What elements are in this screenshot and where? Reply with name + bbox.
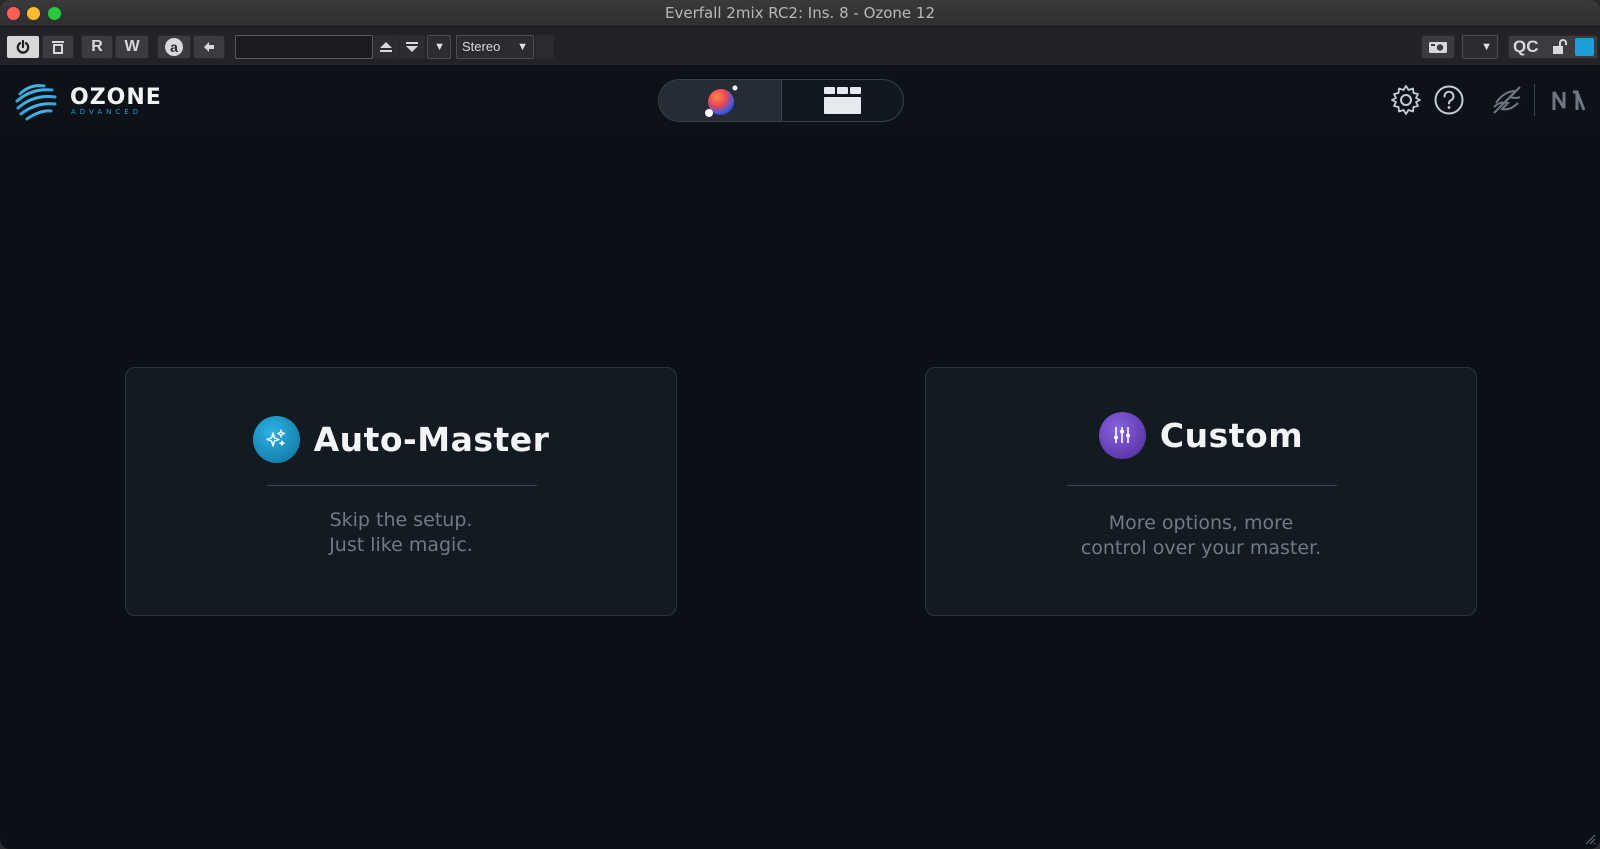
power-button[interactable] <box>6 35 40 59</box>
bypass-button[interactable] <box>42 35 74 59</box>
snapshot-menu-button[interactable]: ▼ <box>1462 35 1498 59</box>
description-line: Skip the setup. <box>329 509 473 531</box>
help-icon[interactable] <box>1433 84 1465 116</box>
quick-controls-group: QC <box>1508 35 1598 59</box>
logo-subtext: ADVANCED <box>71 108 143 116</box>
sparkle-icon <box>266 429 286 447</box>
description-line: Just like magic. <box>329 534 473 556</box>
gear-icon[interactable] <box>1390 84 1422 116</box>
orb-icon <box>705 85 738 117</box>
card-divider <box>1067 485 1337 486</box>
unlock-icon[interactable] <box>1551 38 1569 56</box>
description-line: control over your master. <box>1080 537 1322 559</box>
focus-indicator[interactable] <box>1575 38 1594 56</box>
preset-name-field[interactable] <box>235 35 373 59</box>
auto-master-title: Auto-Master <box>313 419 550 459</box>
logo-text: OZONE <box>70 85 162 110</box>
preset-down-button[interactable] <box>399 35 425 59</box>
channel-mode-select[interactable]: Stereo ▼ <box>456 35 534 59</box>
plugin-header: OZONE ADVANCED <box>0 65 1600 135</box>
card-divider <box>267 485 537 486</box>
plugin-window: Everfall 2mix RC2: Ins. 8 - Ozone 12 R W… <box>0 0 1600 849</box>
auto-button[interactable]: a <box>157 35 191 59</box>
custom-heading: Custom <box>926 411 1476 459</box>
custom-badge <box>1098 411 1146 459</box>
mode-switch <box>658 79 904 122</box>
ni-logo-icon[interactable] <box>1551 84 1587 116</box>
custom-title: Custom <box>1159 415 1304 455</box>
title-bar: Everfall 2mix RC2: Ins. 8 - Ozone 12 <box>0 0 1600 27</box>
write-automation-button[interactable]: W <box>115 35 149 59</box>
bypass-icon <box>52 41 64 54</box>
host-toolbar: R W a ▼ Stereo ▼ ▼ QC <box>0 27 1600 65</box>
auto-master-heading: Auto-Master <box>126 415 676 463</box>
side-chain-button[interactable] <box>535 35 554 59</box>
faders-icon <box>1114 427 1131 443</box>
auto-master-card[interactable]: Auto-Master Skip the setup. Just like ma… <box>125 367 677 616</box>
quick-controls-button[interactable]: QC <box>1513 37 1539 56</box>
camera-icon <box>1429 42 1447 53</box>
dropdown-caret-icon: ▼ <box>434 41 445 53</box>
read-automation-button[interactable]: R <box>81 35 113 59</box>
chevron-up-icon <box>380 42 392 52</box>
custom-card[interactable]: Custom More options, more control over y… <box>925 367 1477 616</box>
header-divider <box>1534 84 1535 116</box>
description-line: More options, more <box>1108 512 1294 534</box>
resize-grip-icon[interactable] <box>1584 833 1596 845</box>
preset-up-button[interactable] <box>373 35 399 59</box>
modules-grid-icon <box>824 87 861 114</box>
auto-label: a <box>165 38 183 56</box>
auto-master-badge <box>252 415 300 463</box>
izotope-logo-icon[interactable] <box>1490 83 1524 117</box>
dropdown-caret-icon: ▼ <box>1481 41 1492 53</box>
custom-description: More options, more control over your mas… <box>926 511 1476 561</box>
arrow-left-icon <box>204 42 214 52</box>
ozone-logo-icon <box>15 84 57 121</box>
snapshot-button[interactable] <box>1421 35 1455 59</box>
power-icon <box>16 39 30 54</box>
preset-menu-button[interactable]: ▼ <box>427 35 451 59</box>
auto-master-description: Skip the setup. Just like magic. <box>126 508 676 558</box>
channel-mode-value: Stereo <box>462 39 501 54</box>
previous-button[interactable] <box>193 35 225 59</box>
assistant-mode-tab[interactable] <box>659 80 782 121</box>
window-title: Everfall 2mix RC2: Ins. 8 - Ozone 12 <box>664 4 936 22</box>
dropdown-caret-icon: ▼ <box>517 41 528 53</box>
modules-mode-tab[interactable] <box>782 80 903 121</box>
chevron-down-icon <box>406 42 418 52</box>
